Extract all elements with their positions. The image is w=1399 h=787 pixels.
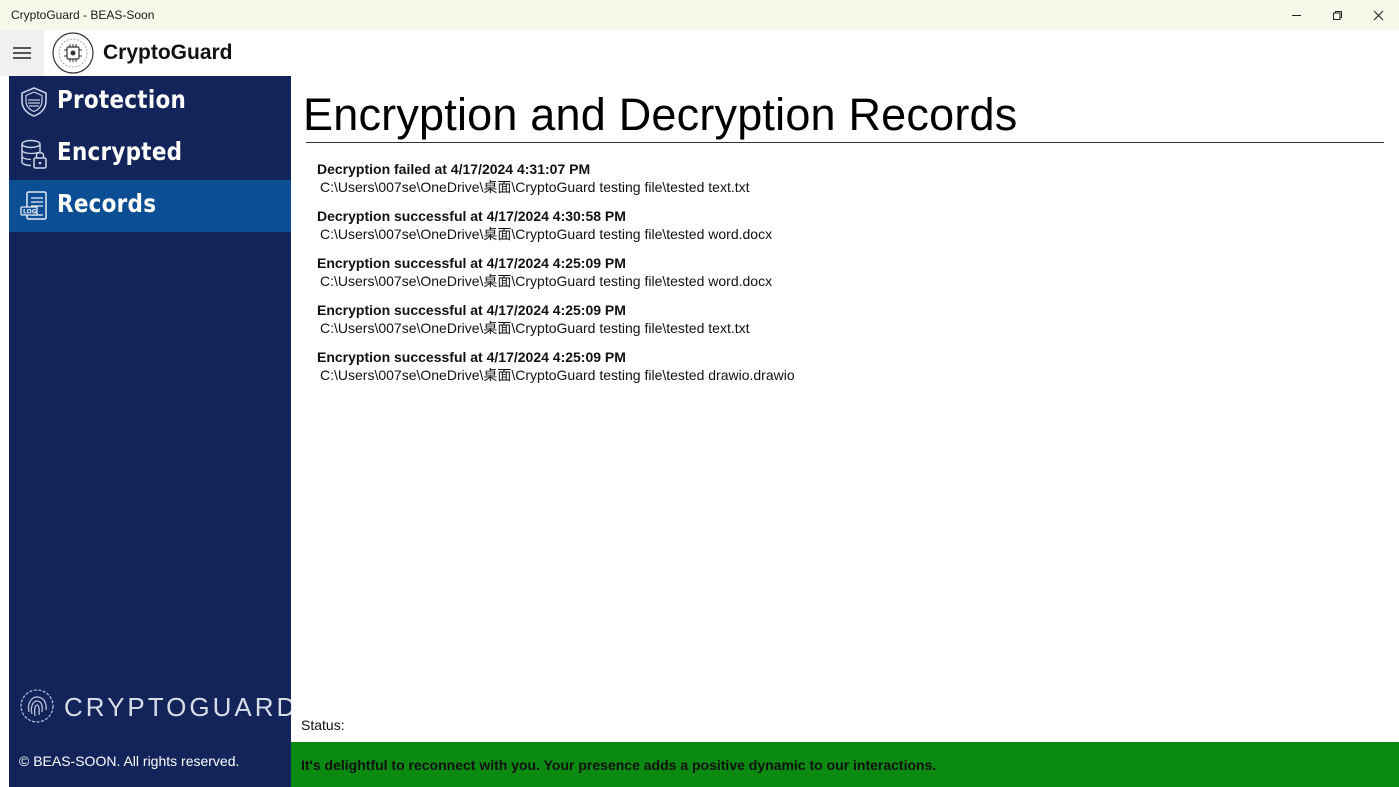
- record-title: Decryption successful at 4/17/2024 4:30:…: [317, 208, 626, 224]
- status-bar: It's delightful to reconnect with you. Y…: [291, 742, 1399, 787]
- brand-wordmark: CRYPTOGUARD: [64, 692, 299, 722]
- hamburger-icon: [13, 47, 31, 59]
- record-title: Encryption successful at 4/17/2024 4:25:…: [317, 255, 626, 271]
- shield-icon: [21, 87, 47, 117]
- fingerprint-icon: [20, 689, 54, 723]
- title-divider: [306, 142, 1384, 143]
- sidebar-item-encrypted[interactable]: Encrypted: [9, 128, 291, 180]
- restore-icon: [1333, 10, 1342, 20]
- minimize-button[interactable]: [1276, 0, 1317, 30]
- sidebar-item-records[interactable]: LOG Records: [9, 180, 291, 232]
- list-item[interactable]: Encryption successful at 4/17/2024 4:25:…: [317, 348, 1377, 395]
- window-controls: [1276, 0, 1399, 30]
- status-label: Status:: [301, 717, 345, 733]
- title-bar: CryptoGuard - BEAS-Soon: [0, 0, 1399, 30]
- log-document-icon: LOG: [20, 191, 47, 220]
- list-item[interactable]: Decryption failed at 4/17/2024 4:31:07 P…: [317, 160, 1377, 207]
- restore-button[interactable]: [1317, 0, 1358, 30]
- sidebar-item-label: Records: [57, 189, 157, 218]
- list-item[interactable]: Encryption successful at 4/17/2024 4:25:…: [317, 301, 1377, 348]
- cryptoguard-logo-icon: [52, 32, 94, 74]
- app-header: CryptoGuard: [0, 30, 1399, 76]
- list-item[interactable]: Encryption successful at 4/17/2024 4:25:…: [317, 254, 1377, 301]
- brand-logo: CRYPTOGUARD: [19, 688, 295, 724]
- record-path: C:\Users\007se\OneDrive\桌面\CryptoGuard t…: [320, 179, 750, 195]
- svg-text:LOG: LOG: [23, 209, 37, 216]
- sidebar-item-label: Encrypted: [57, 137, 183, 166]
- copyright-text: © BEAS-SOON. All rights reserved.: [19, 753, 240, 769]
- close-button[interactable]: [1358, 0, 1399, 30]
- records-list: Decryption failed at 4/17/2024 4:31:07 P…: [317, 160, 1377, 395]
- database-lock-icon: [21, 139, 47, 169]
- record-title: Encryption successful at 4/17/2024 4:25:…: [317, 302, 626, 318]
- record-title: Encryption successful at 4/17/2024 4:25:…: [317, 349, 626, 365]
- sidebar-item-protection[interactable]: Protection: [9, 76, 291, 128]
- page-title: Encryption and Decryption Records: [303, 89, 1018, 140]
- status-message: It's delightful to reconnect with you. Y…: [301, 756, 937, 773]
- sidebar-item-label: Protection: [57, 85, 187, 114]
- sidebar: Protection Encrypted LOG Records CRYPTOG…: [9, 76, 295, 787]
- main-content: Encryption and Decryption Records Decryp…: [291, 76, 1399, 787]
- close-icon: [1373, 10, 1384, 20]
- minimize-icon: [1292, 14, 1301, 16]
- app-window: CryptoGuard - BEAS-Soon CryptoGuard Prot…: [0, 0, 1399, 787]
- record-path: C:\Users\007se\OneDrive\桌面\CryptoGuard t…: [320, 367, 795, 383]
- hamburger-menu-button[interactable]: [0, 30, 44, 76]
- list-item[interactable]: Decryption successful at 4/17/2024 4:30:…: [317, 207, 1377, 254]
- record-path: C:\Users\007se\OneDrive\桌面\CryptoGuard t…: [320, 320, 750, 336]
- record-title: Decryption failed at 4/17/2024 4:31:07 P…: [317, 161, 591, 177]
- app-name: CryptoGuard: [103, 41, 233, 64]
- record-path: C:\Users\007se\OneDrive\桌面\CryptoGuard t…: [320, 226, 773, 242]
- record-path: C:\Users\007se\OneDrive\桌面\CryptoGuard t…: [320, 273, 773, 289]
- window-title: CryptoGuard - BEAS-Soon: [11, 8, 155, 22]
